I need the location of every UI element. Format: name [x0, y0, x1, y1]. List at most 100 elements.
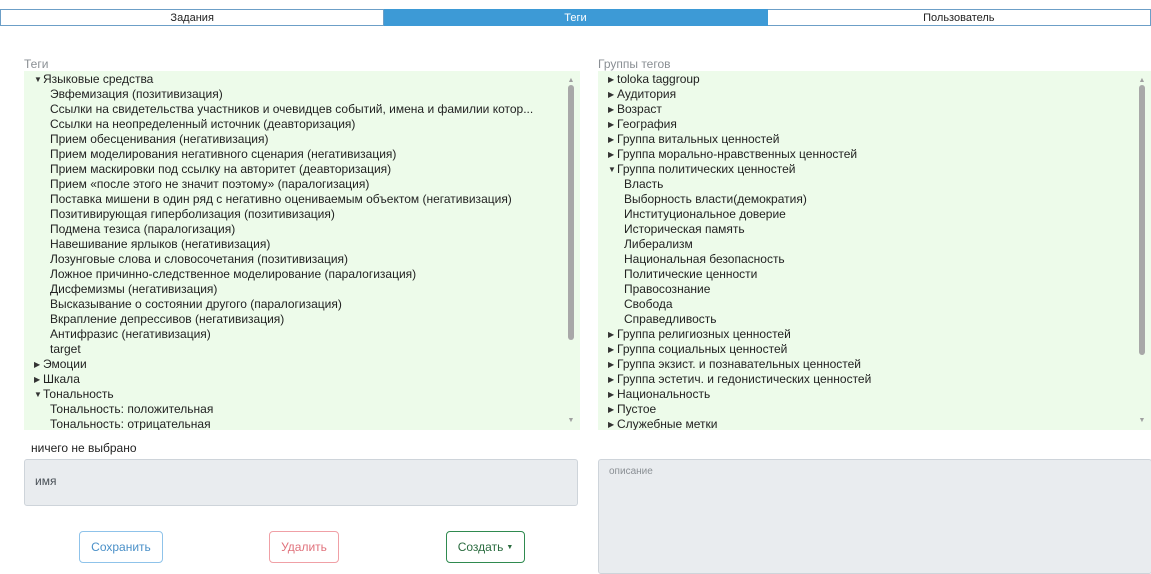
- caret-right-icon[interactable]: ▶: [608, 102, 617, 117]
- delete-button-label: Удалить: [281, 540, 327, 554]
- tree-group-item[interactable]: ▶ Группа морально-нравственных ценностей: [598, 147, 1138, 162]
- tree-group-item[interactable]: ▶ toloka taggroup: [598, 72, 1138, 87]
- caret-right-icon[interactable]: ▶: [608, 372, 617, 387]
- scroll-down-icon[interactable]: ▼: [564, 413, 578, 428]
- tree-group-item[interactable]: ▶ Национальность: [598, 387, 1138, 402]
- name-input[interactable]: имя: [24, 459, 578, 506]
- tree-item-label: Дисфемизмы (негативизация): [50, 282, 218, 296]
- create-dropdown-button[interactable]: Создать ▼: [446, 531, 525, 563]
- tree-item-label: Выборность власти(демократия): [624, 192, 807, 206]
- tree-leaf-item[interactable]: target: [24, 342, 564, 357]
- description-textarea[interactable]: описание: [598, 459, 1151, 574]
- tree-leaf-item[interactable]: Правосознание: [598, 282, 1138, 297]
- tree-leaf-item[interactable]: Институциональное доверие: [598, 207, 1138, 222]
- tree-leaf-item[interactable]: Антифразис (негативизация): [24, 327, 564, 342]
- tree-leaf-item[interactable]: Историческая память: [598, 222, 1138, 237]
- tree-group-item[interactable]: ▶ Возраст: [598, 102, 1138, 117]
- tree-leaf-item[interactable]: Свобода: [598, 297, 1138, 312]
- tree-leaf-item[interactable]: Тональность: положительная: [24, 402, 564, 417]
- tree-item-label: Поставка мишени в один ряд с негативно о…: [50, 192, 512, 206]
- caret-right-icon[interactable]: ▶: [608, 87, 617, 102]
- caret-right-icon[interactable]: ▶: [608, 132, 617, 147]
- tree-group-item[interactable]: ▼Языковые средства: [24, 72, 564, 87]
- tree-group-item[interactable]: ▼Группа политических ценностей: [598, 162, 1138, 177]
- tree-item-label: Вкрапление депрессивов (негативизация): [50, 312, 285, 326]
- tree-group-item[interactable]: ▶ Группа экзист. и познавательных ценност…: [598, 357, 1138, 372]
- tags-scrollbar-thumb[interactable]: [568, 85, 574, 340]
- tab-tags[interactable]: Теги: [384, 9, 768, 26]
- tree-item-label: Позитивирующая гиперболизация (позитивиз…: [50, 207, 335, 221]
- tree-item-label: Группа эстетич. и гедонистических ценнос…: [617, 372, 872, 386]
- tree-group-item[interactable]: ▶ География: [598, 117, 1138, 132]
- caret-right-icon[interactable]: ▶: [608, 72, 617, 87]
- caret-right-icon[interactable]: ▶: [608, 357, 617, 372]
- tree-leaf-item[interactable]: Вкрапление депрессивов (негативизация): [24, 312, 564, 327]
- caret-right-icon[interactable]: ▶: [608, 387, 617, 402]
- tree-leaf-item[interactable]: Власть: [598, 177, 1138, 192]
- tree-group-item[interactable]: ▶ Аудитория: [598, 87, 1138, 102]
- tree-leaf-item[interactable]: Прием моделирования негативного сценария…: [24, 147, 564, 162]
- tree-leaf-item[interactable]: Ссылки на неопределенный источник (деавт…: [24, 117, 564, 132]
- caret-right-icon[interactable]: ▶: [608, 117, 617, 132]
- tree-leaf-item[interactable]: Ссылки на свидетельства участников и оче…: [24, 102, 564, 117]
- caret-right-icon[interactable]: ▶: [608, 342, 617, 357]
- tab-tasks[interactable]: Задания: [0, 9, 385, 26]
- tree-group-item[interactable]: ▶ Служебные метки: [598, 417, 1138, 430]
- tree-item-label: Тональность: отрицательная: [50, 417, 211, 430]
- tree-group-item[interactable]: ▶ Группа религиозных ценностей: [598, 327, 1138, 342]
- caret-down-icon[interactable]: ▼: [608, 162, 617, 177]
- groups-panel-label: Группы тегов: [598, 57, 671, 71]
- tree-leaf-item[interactable]: Дисфемизмы (негативизация): [24, 282, 564, 297]
- tree-item-label: Антифразис (негативизация): [50, 327, 211, 341]
- delete-button[interactable]: Удалить: [269, 531, 339, 563]
- tree-leaf-item[interactable]: Либерализм: [598, 237, 1138, 252]
- tree-item-label: Лозунговые слова и словосочетания (позит…: [50, 252, 349, 266]
- groups-scrollbar-thumb[interactable]: [1139, 85, 1145, 355]
- tree-leaf-item[interactable]: Подмена тезиса (паралогизация): [24, 222, 564, 237]
- tree-leaf-item[interactable]: Поставка мишени в один ряд с негативно о…: [24, 192, 564, 207]
- tree-item-label: Ложное причинно-следственное моделирован…: [50, 267, 417, 281]
- tags-panel-label: Теги: [24, 57, 49, 71]
- tree-group-item[interactable]: ▶ Группа витальных ценностей: [598, 132, 1138, 147]
- tree-item-label: Прием «после этого не значит поэтому» (п…: [50, 177, 370, 191]
- tags-scrollbar[interactable]: ▲ ▼: [564, 71, 578, 430]
- tree-leaf-item[interactable]: Прием маскировки под ссылку на авторитет…: [24, 162, 564, 177]
- tab-user[interactable]: Пользователь: [767, 9, 1151, 26]
- tree-leaf-item[interactable]: Выборность власти(демократия): [598, 192, 1138, 207]
- tree-group-item[interactable]: ▶ Группа социальных ценностей: [598, 342, 1138, 357]
- save-button[interactable]: Сохранить: [79, 531, 163, 563]
- tree-leaf-item[interactable]: Позитивирующая гиперболизация (позитивиз…: [24, 207, 564, 222]
- scroll-down-icon[interactable]: ▼: [1135, 413, 1149, 428]
- tree-item-label: Политические ценности: [624, 267, 758, 281]
- tree-leaf-item[interactable]: Прием обесценивания (негативизация): [24, 132, 564, 147]
- tree-item-label: Подмена тезиса (паралогизация): [50, 222, 236, 236]
- tree-leaf-item[interactable]: Прием «после этого не значит поэтому» (п…: [24, 177, 564, 192]
- tree-leaf-item[interactable]: Национальная безопасность: [598, 252, 1138, 267]
- tree-leaf-item[interactable]: Навешивание ярлыков (негативизация): [24, 237, 564, 252]
- create-button-label: Создать: [457, 540, 504, 554]
- tree-group-item[interactable]: ▶ Группа эстетич. и гедонистических ценно…: [598, 372, 1138, 387]
- caret-right-icon[interactable]: ▶: [608, 417, 617, 430]
- tree-leaf-item[interactable]: Лозунговые слова и словосочетания (позит…: [24, 252, 564, 267]
- tree-group-item[interactable]: ▶ Шкала: [24, 372, 564, 387]
- tree-leaf-item[interactable]: Эвфемизация (позитивизация): [24, 87, 564, 102]
- groups-scrollbar[interactable]: ▲ ▼: [1135, 71, 1149, 430]
- tree-leaf-item[interactable]: Тональность: отрицательная: [24, 417, 564, 430]
- tree-leaf-item[interactable]: Ложное причинно-следственное моделирован…: [24, 267, 564, 282]
- tree-item-label: Эвфемизация (позитивизация): [50, 87, 223, 101]
- caret-right-icon[interactable]: ▶: [34, 372, 43, 387]
- tree-leaf-item[interactable]: Высказывание о состоянии другого (парало…: [24, 297, 564, 312]
- tree-leaf-item[interactable]: Справедливость: [598, 312, 1138, 327]
- tree-group-item[interactable]: ▶ Пустое: [598, 402, 1138, 417]
- tree-group-item[interactable]: ▼Тональность: [24, 387, 564, 402]
- caret-down-icon[interactable]: ▼: [34, 72, 43, 87]
- caret-right-icon[interactable]: ▶: [34, 357, 43, 372]
- tree-leaf-item[interactable]: Политические ценности: [598, 267, 1138, 282]
- tree-group-item[interactable]: ▶ Эмоции: [24, 357, 564, 372]
- tree-item-label: Свобода: [624, 297, 673, 311]
- caret-right-icon[interactable]: ▶: [608, 402, 617, 417]
- caret-right-icon[interactable]: ▶: [608, 327, 617, 342]
- tree-item-label: География: [617, 117, 677, 131]
- caret-right-icon[interactable]: ▶: [608, 147, 617, 162]
- caret-down-icon[interactable]: ▼: [34, 387, 43, 402]
